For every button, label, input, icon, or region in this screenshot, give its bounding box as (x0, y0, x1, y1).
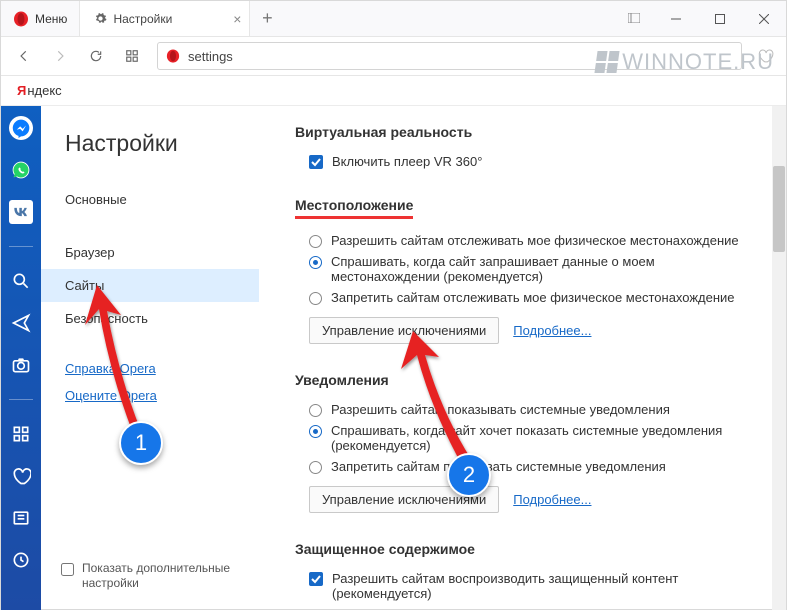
rail-whatsapp-icon[interactable] (9, 158, 33, 182)
link-notif-more[interactable]: Подробнее... (513, 492, 591, 507)
expand-sidebar-icon[interactable] (628, 13, 640, 23)
yandex-text: ндекс (27, 83, 61, 98)
rail-messenger-icon[interactable] (9, 116, 33, 140)
rail-send-icon[interactable] (9, 311, 33, 335)
show-advanced-label: Показать дополнительные настройки (82, 561, 239, 592)
speed-dial-button[interactable] (115, 41, 149, 71)
settings-sidebar: Настройки Основные Браузер Сайты Безопас… (41, 106, 259, 610)
nav-basic[interactable]: Основные (41, 183, 259, 216)
address-text: settings (188, 49, 233, 64)
bookmark-heart-icon[interactable] (750, 47, 780, 65)
opt-protected-enable[interactable]: Разрешить сайтам воспроизводить защищенн… (295, 571, 750, 601)
nav-security[interactable]: Безопасность (41, 302, 259, 335)
btn-notif-exceptions[interactable]: Управление исключениями (309, 486, 499, 513)
rail-vk-icon[interactable] (9, 200, 33, 224)
opera-icon (13, 11, 29, 27)
opt-notif-allow[interactable]: Разрешить сайтам показывать системные ув… (295, 402, 750, 417)
settings-title: Настройки (41, 130, 259, 157)
section-vr-title: Виртуальная реальность (295, 124, 750, 140)
rail-clock-icon[interactable] (9, 548, 33, 572)
back-button[interactable] (7, 41, 41, 71)
tab-close-icon[interactable]: × (233, 11, 241, 27)
address-field[interactable]: settings (157, 42, 742, 70)
section-protected-title: Защищенное содержимое (295, 541, 750, 557)
minimize-button[interactable] (654, 1, 698, 37)
yandex-bar[interactable]: Яндекс (1, 76, 786, 106)
rail-heart-icon[interactable] (9, 464, 33, 488)
menu-label: Меню (35, 12, 67, 26)
show-advanced-checkbox[interactable] (61, 563, 74, 576)
section-notif-title: Уведомления (295, 372, 750, 388)
scrollbar[interactable] (772, 106, 786, 610)
settings-pane: Виртуальная реальность Включить плеер VR… (259, 106, 786, 610)
nav-browser[interactable]: Браузер (41, 236, 259, 269)
rail-news-icon[interactable] (9, 506, 33, 530)
opt-loc-allow[interactable]: Разрешить сайтам отслеживать мое физичес… (295, 233, 750, 248)
rail-camera-icon[interactable] (9, 353, 33, 377)
tab-label: Настройки (113, 12, 172, 26)
rail-apps-icon[interactable] (9, 422, 33, 446)
link-help[interactable]: Справка Opera (41, 355, 259, 382)
link-loc-more[interactable]: Подробнее... (513, 323, 591, 338)
maximize-button[interactable] (698, 1, 742, 37)
opera-icon (166, 49, 180, 63)
forward-button[interactable] (43, 41, 77, 71)
nav-sites[interactable]: Сайты (41, 269, 259, 302)
rail-search-icon[interactable] (9, 269, 33, 293)
left-rail (1, 106, 41, 610)
yandex-y: Я (17, 83, 26, 98)
link-rate[interactable]: Оцените Opera (41, 382, 259, 409)
tab-settings[interactable]: Настройки × (80, 1, 250, 36)
menu-button[interactable]: Меню (1, 1, 80, 36)
opt-loc-ask[interactable]: Спрашивать, когда сайт запрашивает данны… (295, 254, 750, 284)
btn-loc-exceptions[interactable]: Управление исключениями (309, 317, 499, 344)
close-button[interactable] (742, 1, 786, 37)
section-location-title: Местоположение (295, 197, 413, 219)
opt-notif-deny[interactable]: Запретить сайтам показывать системные ув… (295, 459, 750, 474)
opt-vr-enable[interactable]: Включить плеер VR 360° (295, 154, 750, 169)
reload-button[interactable] (79, 41, 113, 71)
gear-icon (94, 12, 107, 25)
opt-loc-deny[interactable]: Запретить сайтам отслеживать мое физичес… (295, 290, 750, 305)
new-tab-button[interactable]: + (250, 1, 284, 36)
opt-notif-ask[interactable]: Спрашивать, когда сайт хочет показать си… (295, 423, 750, 453)
scrollbar-thumb[interactable] (773, 166, 785, 252)
